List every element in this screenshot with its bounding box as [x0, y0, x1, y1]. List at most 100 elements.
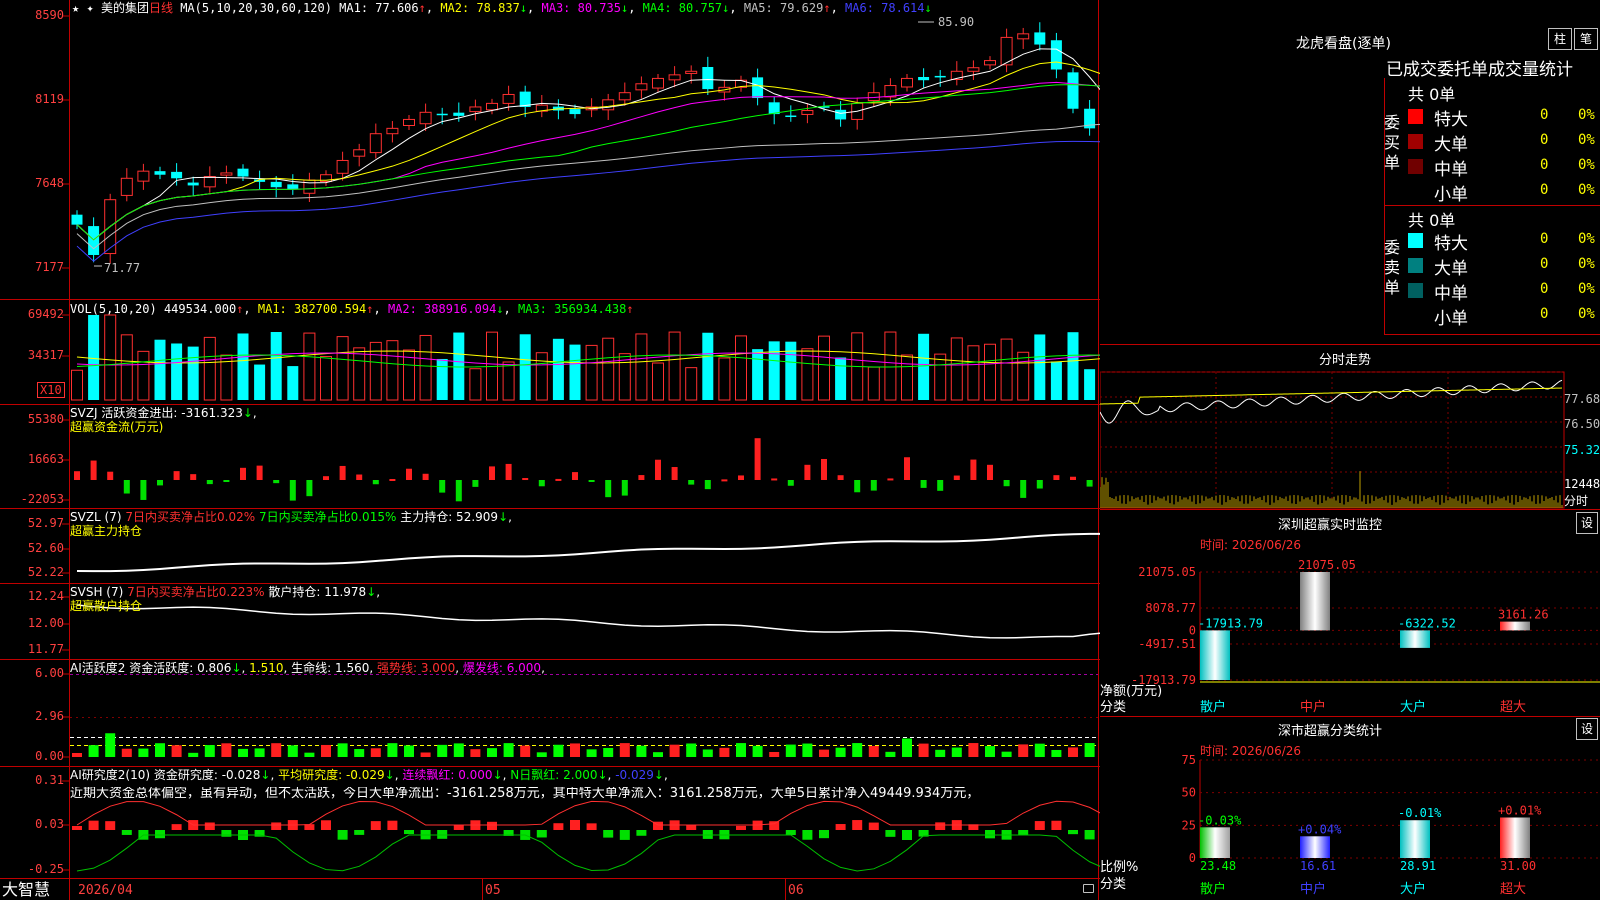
- ma6-value: MA6: 78.614: [845, 1, 925, 15]
- sz-classify-value-label: 31.00: [1500, 859, 1536, 873]
- price-axis-label: 7648: [35, 176, 64, 190]
- sz-monitor-value-label: -6322.52: [1398, 616, 1456, 630]
- candle-body: [835, 109, 847, 120]
- candle-body: [137, 170, 150, 182]
- ai-active-bar: [404, 745, 414, 757]
- x-axis-month-label: 06: [788, 883, 804, 898]
- buy-row-pct: 0%: [1578, 107, 1595, 123]
- ai-active-bar: [138, 748, 149, 757]
- ai-active-title-d: 生命线: 1.560: [291, 661, 370, 675]
- ma2-value: MA2: 78.837: [440, 1, 520, 15]
- buy-row-label: 大单: [1434, 135, 1468, 155]
- ai-research-bar: [453, 825, 464, 830]
- volume-bar: [303, 332, 316, 401]
- ai-research-bar: [271, 822, 282, 830]
- candle-body: [88, 226, 100, 255]
- ma-line: [76, 123, 1100, 250]
- volume-bar: [569, 344, 581, 400]
- sz-classify-category-label: 大户: [1400, 881, 1426, 897]
- ai-active-bar: [204, 745, 215, 757]
- stroke-view-button[interactable]: 笔: [1574, 28, 1598, 50]
- intraday-axis-label: 75.32: [1564, 443, 1600, 457]
- volume-bars: [71, 314, 1100, 401]
- ai-research-bar: [769, 821, 780, 830]
- ai-research-bar: [636, 830, 647, 836]
- column-view-button[interactable]: 柱: [1548, 28, 1572, 50]
- ai-research-green-line: [76, 834, 1100, 872]
- brand-label[interactable]: 大智慧: [2, 880, 50, 900]
- ai-active-bar: [155, 743, 165, 757]
- candle-body: [668, 74, 681, 81]
- svzj-bar: [572, 472, 578, 480]
- ai-active-bar: [271, 743, 282, 757]
- svzl-title-d: 主力持仓: 52.909: [400, 510, 499, 524]
- favorite-star-icon[interactable]: ★: [72, 1, 79, 15]
- sell-row-label: 大单: [1434, 259, 1468, 279]
- ai-active-axis-label: 2.96: [35, 709, 64, 723]
- svzj-bar: [389, 478, 396, 481]
- volume-bar: [419, 334, 432, 401]
- sz-classify-tick-label: 75: [1182, 753, 1196, 767]
- sz-monitor-settings-button[interactable]: 设: [1576, 512, 1598, 534]
- ai-research-bar: [105, 821, 116, 830]
- ma5-value: MA5: 79.629: [743, 1, 824, 15]
- ai-active-bar: [387, 743, 398, 757]
- svzj-bar: [472, 480, 479, 487]
- buy-row-count: 0: [1540, 182, 1549, 198]
- svzj-bar: [837, 475, 844, 480]
- ai-research-bar: [1034, 821, 1045, 830]
- ai-active-title-f: 爆发线: 6.000: [462, 661, 542, 675]
- ma4-value: MA4: 80.757: [642, 1, 723, 15]
- candle-body: [486, 102, 498, 111]
- svzj-bar: [406, 468, 412, 480]
- volume-bar: [1084, 369, 1096, 400]
- svzj-bar: [90, 460, 97, 480]
- vol-axis-label: 69492: [27, 307, 64, 321]
- volume-bar: [336, 336, 349, 401]
- period-label[interactable]: 日线: [149, 1, 173, 15]
- candle-body: [702, 67, 714, 90]
- ai-active-bar: [736, 743, 746, 757]
- svsh-subtitle: 超赢散户持仓: [70, 599, 143, 613]
- volume-bar: [735, 335, 747, 401]
- lock-icon[interactable]: [1083, 884, 1094, 893]
- svzj-bar: [671, 467, 678, 480]
- svzj-bar: [704, 480, 711, 490]
- vol-ma2: MA2: 388916.094: [387, 302, 497, 316]
- svzj-bars: [74, 438, 1093, 502]
- main-chart-svg[interactable]: 85.90 71.77: [0, 0, 1100, 900]
- ai-research-axis-label: 0.03: [35, 817, 64, 831]
- volume-bar: [535, 352, 548, 401]
- svzj-bar: [804, 464, 811, 480]
- low-price-label: 71.77: [104, 261, 140, 275]
- sell-row-swatch: [1408, 308, 1423, 323]
- volume-bar: [154, 339, 166, 400]
- candle-body: [934, 75, 946, 78]
- volume-bar: [785, 341, 797, 400]
- buy-row-swatch: [1408, 159, 1423, 174]
- candle-body: [1034, 32, 1046, 45]
- sz-classify-chart: 75 50 25 0 -0.03% 23.48 散户 +0.04% 16.61 中户 -0.01% 2…: [1182, 753, 1600, 897]
- ai-research-bar: [437, 830, 448, 839]
- volume-bar: [453, 332, 465, 400]
- candle-body: [469, 106, 482, 113]
- ai-research-bar: [985, 830, 995, 839]
- volume-bar: [668, 331, 681, 401]
- ai-research-panel-header: AI研究度2(10) 资金研究度: -0.028↓, 平均研究度: -0.029…: [70, 768, 668, 782]
- sz-classify-settings-button[interactable]: 设: [1576, 718, 1598, 740]
- sell-row-swatch: [1408, 283, 1423, 298]
- svsh-axis-label: 12.24: [27, 589, 64, 603]
- moving-average-lines: [76, 48, 1100, 262]
- volume-bar: [835, 357, 847, 400]
- ai-active-bar: [968, 743, 979, 757]
- sz-classify-change-label: +0.04%: [1298, 822, 1342, 836]
- svzj-bar: [306, 480, 313, 497]
- down-arrow-icon: ↓: [924, 1, 932, 15]
- sell-row-label: 中单: [1434, 284, 1468, 304]
- ai-active-axis-label: 0.00: [35, 749, 64, 763]
- sz-classify-category-label: 超大: [1500, 882, 1526, 897]
- svzj-bar: [887, 478, 894, 481]
- settings-diamond-icon[interactable]: ✦: [86, 1, 93, 15]
- svsh-title-a: SVSH (7): [70, 585, 124, 599]
- svzj-bar: [522, 478, 529, 481]
